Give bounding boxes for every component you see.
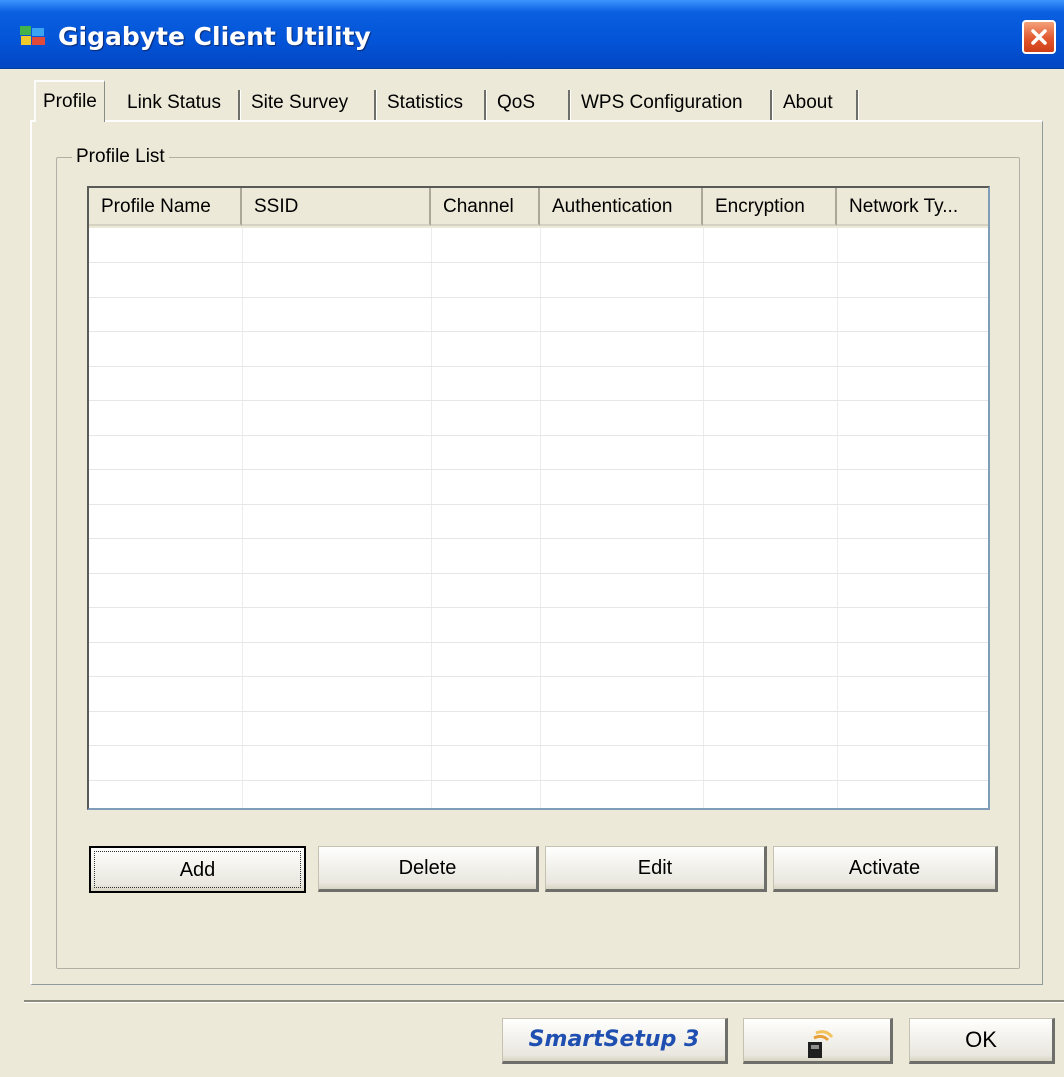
grid-row-line <box>89 504 988 505</box>
edit-button[interactable]: Edit <box>545 846 767 892</box>
grid-column-line <box>431 228 432 808</box>
activate-button[interactable]: Activate <box>773 846 998 892</box>
wps-button[interactable] <box>743 1018 893 1064</box>
grid-column-line <box>540 228 541 808</box>
grid-row-line <box>89 607 988 608</box>
edit-button-label: Edit <box>637 857 673 879</box>
tab-separator <box>238 90 241 120</box>
grid-column-line <box>837 228 838 808</box>
grid-row-line <box>89 642 988 643</box>
add-button-label: Add <box>179 858 216 881</box>
column-profile-name[interactable]: Profile Name <box>89 188 242 226</box>
grid-row-line <box>89 676 988 677</box>
grid-column-line <box>242 228 243 808</box>
tab-site-survey[interactable]: Site Survey <box>244 86 355 120</box>
grid-row-line <box>89 711 988 712</box>
tab-separator <box>770 90 773 120</box>
activate-button-label: Activate <box>848 857 921 879</box>
grid-row-line <box>89 400 988 401</box>
delete-button-label: Delete <box>398 857 457 879</box>
profile-list-label: Profile List <box>72 146 169 168</box>
grid-row-line <box>89 435 988 436</box>
grid-column-line <box>703 228 704 808</box>
tab-about[interactable]: About <box>776 86 840 120</box>
grid-row-line <box>89 573 988 574</box>
grid-row-line <box>89 262 988 263</box>
gigabyte-logo-icon <box>20 26 45 45</box>
tab-separator <box>484 90 487 120</box>
grid-row-line <box>89 297 988 298</box>
grid-row-line <box>89 538 988 539</box>
list-header: Profile Name SSID Channel Authentication… <box>89 188 988 228</box>
grid-row-line <box>89 745 988 746</box>
delete-button[interactable]: Delete <box>318 846 539 892</box>
smartsetup-button[interactable]: SmartSetup 3 <box>502 1018 728 1064</box>
tab-link-status[interactable]: Link Status <box>120 86 228 120</box>
ok-button[interactable]: OK <box>909 1018 1055 1064</box>
close-button[interactable] <box>1022 20 1056 54</box>
tab-separator <box>856 90 859 120</box>
column-authentication[interactable]: Authentication <box>540 188 703 226</box>
tab-separator <box>568 90 571 120</box>
tab-profile[interactable]: Profile <box>34 80 105 122</box>
tab-wps-configuration[interactable]: WPS Configuration <box>574 86 750 120</box>
grid-row-line <box>89 469 988 470</box>
footer-divider <box>24 1000 1064 1003</box>
client-utility-window: Gigabyte Client Utility Profile Link Sta… <box>0 0 1064 1077</box>
column-network-type[interactable]: Network Ty... <box>837 188 988 226</box>
column-encryption[interactable]: Encryption <box>703 188 837 226</box>
smartsetup-label: SmartSetup 3 <box>528 1027 700 1052</box>
wireless-card-icon <box>808 1030 834 1058</box>
profile-list-view[interactable]: Profile Name SSID Channel Authentication… <box>87 186 990 810</box>
grid-row-line <box>89 780 988 781</box>
column-channel[interactable]: Channel <box>431 188 540 226</box>
title-bar[interactable]: Gigabyte Client Utility <box>0 0 1064 69</box>
grid-row-line <box>89 366 988 367</box>
tab-strip: Profile Link Status Site Survey Statisti… <box>30 80 1030 122</box>
tab-qos[interactable]: QoS <box>490 86 542 120</box>
grid-row-line <box>89 331 988 332</box>
column-ssid[interactable]: SSID <box>242 188 431 226</box>
close-icon <box>1031 29 1047 45</box>
add-button[interactable]: Add <box>89 846 306 893</box>
window-title: Gigabyte Client Utility <box>58 22 371 51</box>
ok-button-label: OK <box>965 1027 997 1052</box>
tab-statistics[interactable]: Statistics <box>380 86 470 120</box>
tab-separator <box>374 90 377 120</box>
